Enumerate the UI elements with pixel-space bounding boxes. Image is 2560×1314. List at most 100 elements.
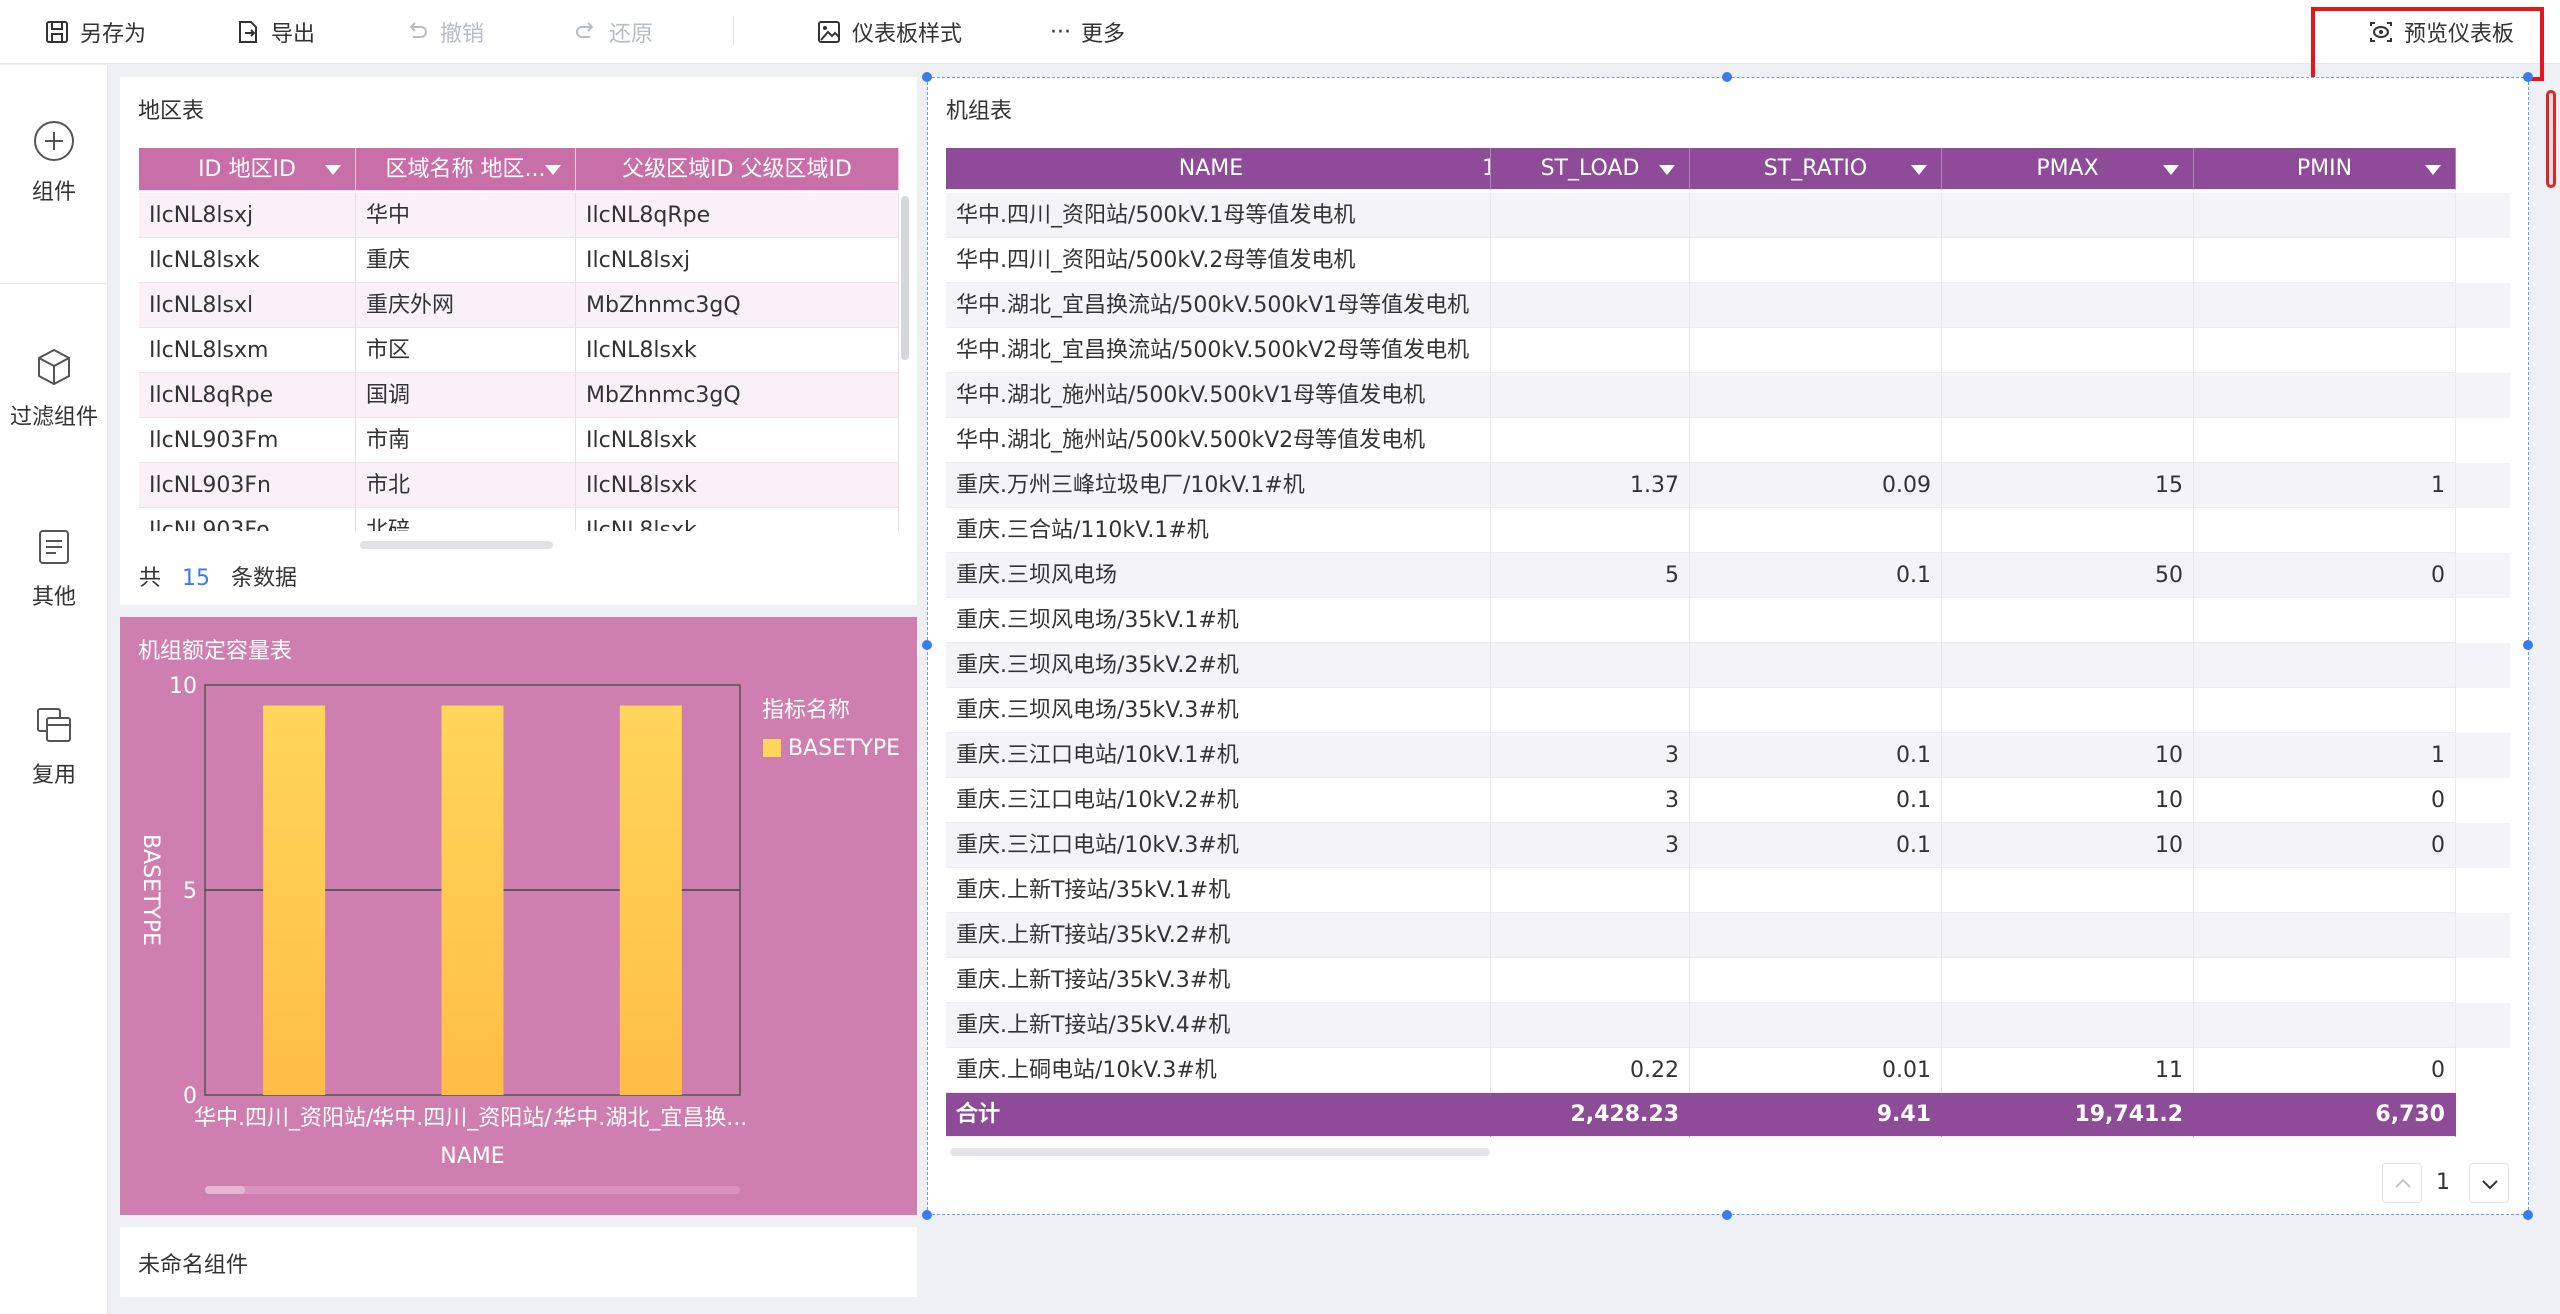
table-cell: 50 <box>1942 553 2194 598</box>
dropdown-caret-icon[interactable] <box>2163 165 2179 175</box>
generator-table-h-scrollbar[interactable] <box>950 1148 1490 1156</box>
region-table-h-scrollbar[interactable] <box>360 541 553 549</box>
column-header-parent-id[interactable]: 父级区域ID 父级区域ID <box>576 148 899 191</box>
chart-h-scrollbar-track <box>205 1186 740 1194</box>
table-cell <box>2194 238 2456 283</box>
sidebar-item-filter-components[interactable]: 过滤组件 <box>0 347 108 431</box>
table-cell <box>1491 868 1690 913</box>
dropdown-caret-icon[interactable] <box>325 165 341 175</box>
column-header-name[interactable]: NAME 1 <box>946 148 1491 190</box>
table-row[interactable]: 重庆.三坝风电场 5 0.1 50 0 <box>946 553 2510 598</box>
table-row[interactable]: 重庆.三坝风电场/35kV.3#机 <box>946 688 2510 733</box>
table-cell <box>1690 418 1942 463</box>
table-cell: 11 <box>1942 1048 2194 1093</box>
table-cell: IlcNL8qRpe <box>139 373 356 418</box>
sidebar-item-reuse[interactable]: 复用 <box>0 705 108 789</box>
footer-suffix: 条数据 <box>231 566 298 591</box>
resize-handle[interactable] <box>922 1210 932 1220</box>
table-cell <box>2194 508 2456 553</box>
footer-pmax: 19,741.2 <box>1942 1093 2194 1137</box>
table-row[interactable]: IlcNL8lsxj 华中 IlcNL8qRpe <box>139 193 899 238</box>
column-header-st-load[interactable]: ST_LOAD <box>1491 148 1690 190</box>
table-row[interactable]: 华中.湖北_施州站/500kV.500kV2母等值发电机 <box>946 418 2510 463</box>
table-cell: 0.1 <box>1690 553 1942 598</box>
table-row[interactable]: 重庆.三江口电站/10kV.3#机 3 0.1 10 0 <box>946 823 2510 868</box>
table-cell: 重庆.三坝风电场/35kV.1#机 <box>946 598 1491 643</box>
resize-handle[interactable] <box>1722 1210 1732 1220</box>
column-header-pmax[interactable]: PMAX <box>1942 148 2194 190</box>
table-cell <box>1942 418 2194 463</box>
next-page-button[interactable] <box>2469 1163 2509 1203</box>
dropdown-caret-icon[interactable] <box>2425 165 2441 175</box>
column-header-st-ratio[interactable]: ST_RATIO <box>1690 148 1942 190</box>
table-cell: 1 <box>2194 463 2456 508</box>
table-row[interactable]: 华中.湖北_宜昌换流站/500kV.500kV2母等值发电机 <box>946 328 2510 373</box>
table-row[interactable]: IlcNL8lsxm 市区 IlcNL8lsxk <box>139 328 899 373</box>
table-cell: 北碚 <box>356 508 576 531</box>
column-header-region-name[interactable]: 区域名称 地区... <box>356 148 576 191</box>
table-row[interactable]: 华中.四川_资阳站/500kV.1母等值发电机 <box>946 193 2510 238</box>
table-cell <box>1690 913 1942 958</box>
table-cell <box>1491 1003 1690 1048</box>
table-row[interactable]: 华中.四川_资阳站/500kV.2母等值发电机 <box>946 238 2510 283</box>
table-row[interactable]: IlcNL8qRpe 国调 MbZhnmc3gQ <box>139 373 899 418</box>
table-cell: 华中.湖北_施州站/500kV.500kV2母等值发电机 <box>946 418 1491 463</box>
table-row[interactable]: 重庆.三合站/110kV.1#机 <box>946 508 2510 553</box>
undo-button[interactable]: 撤销 <box>404 14 484 50</box>
table-row[interactable]: 重庆.上新T接站/35kV.1#机 <box>946 868 2510 913</box>
table-row[interactable]: 重庆.三江口电站/10kV.2#机 3 0.1 10 0 <box>946 778 2510 823</box>
resize-handle[interactable] <box>2523 1210 2533 1220</box>
dropdown-caret-icon[interactable] <box>1911 165 1927 175</box>
sidebar-item-components[interactable]: 组件 <box>0 120 108 206</box>
region-table-title: 地区表 <box>138 99 205 124</box>
table-row[interactable]: 重庆.三坝风电场/35kV.1#机 <box>946 598 2510 643</box>
table-row[interactable]: 重庆.上新T接站/35kV.2#机 <box>946 913 2510 958</box>
resize-handle[interactable] <box>2523 640 2533 650</box>
table-row[interactable]: 华中.湖北_施州站/500kV.500kV1母等值发电机 <box>946 373 2510 418</box>
sidebar-item-other[interactable]: 其他 <box>0 527 108 611</box>
export-button[interactable]: 导出 <box>235 14 315 50</box>
resize-handle[interactable] <box>922 72 932 82</box>
table-cell <box>1942 328 2194 373</box>
column-header-label: NAME <box>1178 156 1244 181</box>
more-button[interactable]: ··· 更多 <box>1050 14 1125 50</box>
column-header-pmin[interactable]: PMIN <box>2194 148 2456 190</box>
resize-handle[interactable] <box>922 640 932 650</box>
table-cell: IlcNL8lsxm <box>139 328 356 373</box>
table-cell: 华中 <box>356 193 576 238</box>
toolbar: 另存为 导出 撤销 还原 仪表板样式 ··· 更多 预览仪表板 <box>0 0 2560 81</box>
dropdown-caret-icon[interactable] <box>1659 165 1675 175</box>
table-row[interactable]: 重庆.上新T接站/35kV.3#机 <box>946 958 2510 1003</box>
table-cell: 重庆.万州三峰垃圾电厂/10kV.1#机 <box>946 463 1491 508</box>
table-cell <box>1690 373 1942 418</box>
column-header-label: ID 地区ID <box>198 157 296 182</box>
table-row[interactable]: IlcNL903Fn 市北 IlcNL8lsxk <box>139 463 899 508</box>
table-row[interactable]: 华中.湖北_宜昌换流站/500kV.500kV1母等值发电机 <box>946 283 2510 328</box>
table-cell <box>2194 958 2456 1003</box>
resize-handle[interactable] <box>2523 72 2533 82</box>
save-as-button[interactable]: 另存为 <box>44 14 146 50</box>
column-header-id[interactable]: ID 地区ID <box>139 148 356 191</box>
table-row[interactable]: 重庆.万州三峰垃圾电厂/10kV.1#机 1.37 0.09 15 1 <box>946 463 2510 508</box>
table-cell: 0 <box>2194 553 2456 598</box>
table-row[interactable]: 重庆.上新T接站/35kV.4#机 <box>946 1003 2510 1048</box>
table-row[interactable]: 重庆.三江口电站/10kV.1#机 3 0.1 10 1 <box>946 733 2510 778</box>
table-cell: 10 <box>1942 733 2194 778</box>
table-cell <box>2194 193 2456 238</box>
table-cell: 0.1 <box>1690 778 1942 823</box>
table-row[interactable]: IlcNL8lsxk 重庆 IlcNL8lsxj <box>139 238 899 283</box>
table-row[interactable]: 重庆.三坝风电场/35kV.2#机 <box>946 643 2510 688</box>
table-row[interactable]: IlcNL903Fm 市南 IlcNL8lsxk <box>139 418 899 463</box>
column-header-label: ST_RATIO <box>1763 156 1868 181</box>
table-cell: IlcNL903Fo <box>139 508 356 531</box>
table-row[interactable]: IlcNL8lsxl 重庆外网 MbZhnmc3gQ <box>139 283 899 328</box>
redo-button[interactable]: 还原 <box>573 14 653 50</box>
region-table-scrollbar[interactable] <box>901 196 909 360</box>
dropdown-caret-icon[interactable] <box>545 165 561 175</box>
dashboard-style-button[interactable]: 仪表板样式 <box>816 14 962 50</box>
table-cell: 重庆.三坝风电场 <box>946 553 1491 598</box>
table-row[interactable]: IlcNL903Fo 北碚 IlcNL8lsxk <box>139 508 899 531</box>
table-row[interactable]: 重庆.上硐电站/10kV.3#机 0.22 0.01 11 0 <box>946 1048 2510 1093</box>
prev-page-button[interactable] <box>2382 1163 2422 1203</box>
resize-handle[interactable] <box>1722 72 1732 82</box>
